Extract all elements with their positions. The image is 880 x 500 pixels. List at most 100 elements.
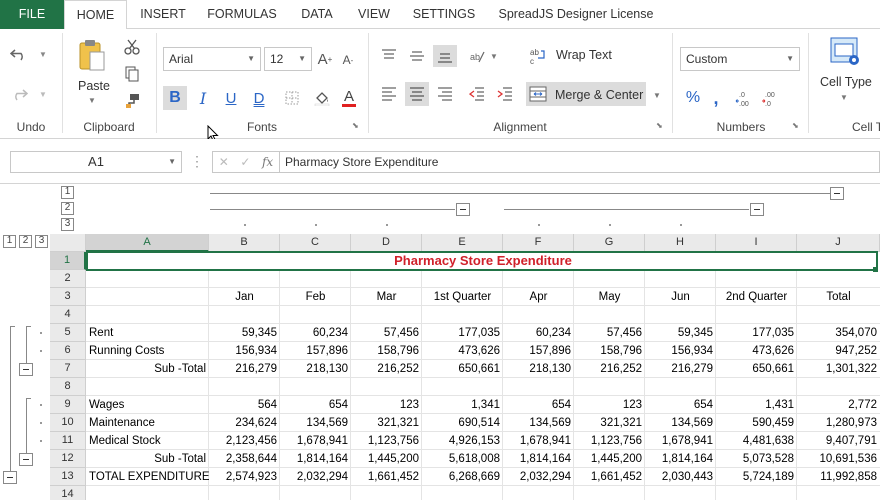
align-center-icon[interactable] (405, 82, 429, 106)
row-header[interactable]: 8 (50, 378, 86, 396)
value-cell[interactable]: 947,252 (797, 342, 880, 360)
collapse-column-group-button[interactable] (830, 187, 844, 200)
value-cell[interactable]: 1,814,164 (645, 450, 716, 468)
column-title-cell[interactable]: Jan (209, 288, 280, 306)
column-title-cell[interactable]: Mar (351, 288, 422, 306)
value-cell[interactable]: 1,661,452 (351, 468, 422, 486)
value-cell[interactable]: 216,252 (574, 360, 645, 378)
value-cell[interactable]: 1,123,756 (574, 432, 645, 450)
value-cell[interactable]: 1,301,322 (797, 360, 880, 378)
column-header[interactable]: B (209, 234, 280, 252)
value-cell[interactable]: 158,796 (574, 342, 645, 360)
value-cell[interactable]: 354,070 (797, 324, 880, 342)
cancel-icon[interactable]: ✕ (219, 155, 229, 169)
double-underline-button[interactable]: D (248, 86, 270, 110)
column-header[interactable]: A (86, 234, 209, 252)
row-label-cell[interactable]: Running Costs (86, 342, 209, 360)
column-title-cell[interactable]: Jun (645, 288, 716, 306)
column-header[interactable]: C (280, 234, 351, 252)
confirm-icon[interactable]: ✓ (240, 155, 250, 169)
value-cell[interactable]: 218,130 (503, 360, 574, 378)
bold-button[interactable]: B (163, 86, 187, 110)
column-header[interactable]: D (351, 234, 422, 252)
row-label-cell[interactable]: Sub -Total (86, 450, 209, 468)
value-cell[interactable]: 1,678,941 (503, 432, 574, 450)
italic-button[interactable]: I (192, 86, 214, 110)
decrease-font-icon[interactable]: A- (340, 51, 356, 69)
value-cell[interactable]: 650,661 (716, 360, 797, 378)
border-icon[interactable] (282, 88, 302, 108)
value-cell[interactable]: 564 (209, 396, 280, 414)
formula-input[interactable]: Pharmacy Store Expenditure (280, 151, 880, 173)
font-size-select[interactable]: 12 ▼ (264, 47, 312, 71)
tab-file[interactable]: FILE (0, 0, 64, 29)
column-title-cell[interactable]: Total (797, 288, 880, 306)
font-color-icon[interactable]: A (338, 86, 360, 110)
align-right-icon[interactable] (434, 83, 456, 105)
value-cell[interactable]: 2,030,443 (645, 468, 716, 486)
number-format-select[interactable]: Custom ▼ (680, 47, 800, 71)
column-outline-level-button[interactable]: 2 (61, 202, 74, 215)
value-cell[interactable]: 10,691,536 (797, 450, 880, 468)
value-cell[interactable]: 1,678,941 (645, 432, 716, 450)
collapse-row-group-button[interactable] (3, 471, 17, 484)
collapse-column-group-button[interactable] (456, 203, 470, 216)
value-cell[interactable]: 5,073,528 (716, 450, 797, 468)
align-top-icon[interactable] (378, 45, 400, 67)
value-cell[interactable]: 1,661,452 (574, 468, 645, 486)
value-cell[interactable]: 321,321 (574, 414, 645, 432)
underline-button[interactable]: U (220, 86, 242, 110)
column-title-cell[interactable]: May (574, 288, 645, 306)
value-cell[interactable]: 60,234 (280, 324, 351, 342)
value-cell[interactable]: 2,358,644 (209, 450, 280, 468)
tab-settings[interactable]: SETTINGS (404, 0, 484, 29)
value-cell[interactable]: 134,569 (645, 414, 716, 432)
column-title-cell[interactable]: 1st Quarter (422, 288, 503, 306)
column-header[interactable]: E (422, 234, 503, 252)
value-cell[interactable]: 234,624 (209, 414, 280, 432)
comma-style-icon[interactable]: , (706, 87, 726, 109)
align-middle-icon[interactable] (406, 45, 428, 67)
paste-button[interactable]: Paste (78, 79, 110, 93)
value-cell[interactable]: 216,252 (351, 360, 422, 378)
cut-icon[interactable] (122, 37, 142, 57)
select-all-corner[interactable] (50, 234, 86, 252)
value-cell[interactable]: 216,279 (209, 360, 280, 378)
value-cell[interactable]: 134,569 (503, 414, 574, 432)
value-cell[interactable]: 60,234 (503, 324, 574, 342)
value-cell[interactable]: 57,456 (574, 324, 645, 342)
value-cell[interactable] (209, 378, 280, 396)
value-cell[interactable]: 157,896 (503, 342, 574, 360)
value-cell[interactable] (422, 378, 503, 396)
value-cell[interactable]: 1,445,200 (351, 450, 422, 468)
sheet-title-cell[interactable]: Pharmacy Store Expenditure (86, 252, 880, 270)
spreadsheet[interactable]: 1 2 3 1 2 3 A B C D E F G H I J 1 2 3 4 5 6 7 8 9 10 11 12 13 14 Pharm… (0, 184, 880, 500)
value-cell[interactable]: 157,896 (280, 342, 351, 360)
value-cell[interactable]: 690,514 (422, 414, 503, 432)
value-cell[interactable]: 321,321 (351, 414, 422, 432)
value-cell[interactable]: 650,661 (422, 360, 503, 378)
tab-insert[interactable]: INSERT (130, 0, 196, 29)
value-cell[interactable]: 654 (503, 396, 574, 414)
row-header[interactable]: 13 (50, 468, 86, 486)
cell-type-dropdown-icon[interactable]: ▼ (838, 91, 850, 103)
value-cell[interactable]: 1,678,941 (280, 432, 351, 450)
value-cell[interactable]: 123 (574, 396, 645, 414)
value-cell[interactable]: 156,934 (209, 342, 280, 360)
insert-function-icon[interactable]: fx (262, 155, 273, 169)
value-cell[interactable]: 1,123,756 (351, 432, 422, 450)
column-title-cell[interactable]: Apr (503, 288, 574, 306)
undo-dropdown-icon[interactable]: ▼ (36, 47, 50, 61)
row-outline-level-button[interactable]: 1 (3, 235, 16, 248)
value-cell[interactable]: 1,280,973 (797, 414, 880, 432)
value-cell[interactable]: 177,035 (422, 324, 503, 342)
decrease-decimal-icon[interactable]: .00.0 (760, 87, 784, 109)
value-cell[interactable]: 177,035 (716, 324, 797, 342)
value-cell[interactable]: 123 (351, 396, 422, 414)
value-cell[interactable] (797, 378, 880, 396)
row-header[interactable]: 12 (50, 450, 86, 468)
column-header[interactable]: F (503, 234, 574, 252)
row-header[interactable]: 14 (50, 486, 86, 500)
tab-view[interactable]: VIEW (348, 0, 400, 29)
value-cell[interactable] (503, 378, 574, 396)
